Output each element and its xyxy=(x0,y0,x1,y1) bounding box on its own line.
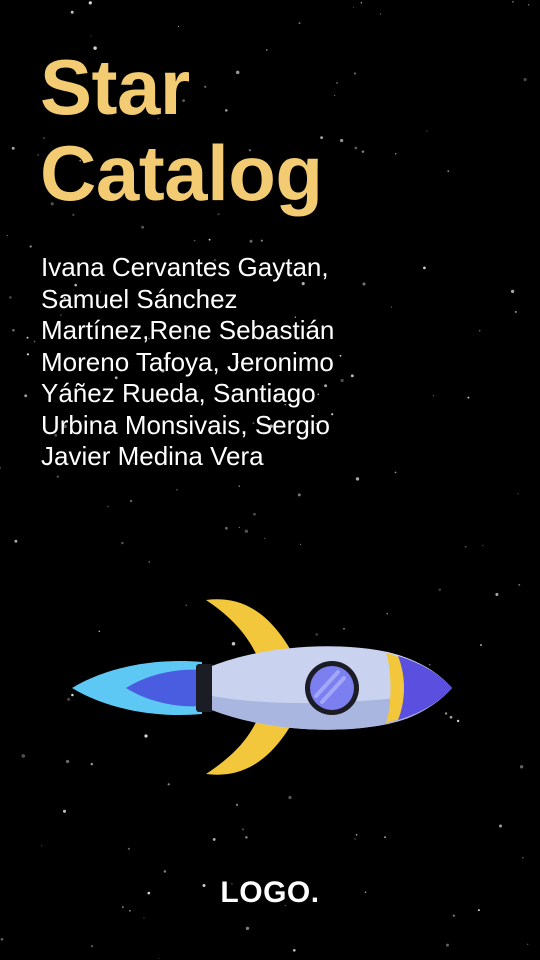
rocket-nose xyxy=(398,656,452,720)
star-dot xyxy=(90,35,92,37)
star-dot xyxy=(9,296,12,299)
star-dot xyxy=(235,803,239,806)
star-dot xyxy=(523,78,527,82)
star-dot xyxy=(288,795,292,800)
star-dot xyxy=(158,958,160,960)
star-dot xyxy=(121,541,124,545)
star-dot xyxy=(499,824,502,828)
star-dot xyxy=(526,943,529,946)
star-dot xyxy=(141,225,145,229)
star-dot xyxy=(245,926,250,931)
star-dot xyxy=(384,836,387,839)
star-dot xyxy=(107,505,110,508)
star-dot xyxy=(379,13,382,15)
star-dot xyxy=(129,499,133,503)
star-dot xyxy=(480,644,482,647)
star-dot xyxy=(208,238,211,241)
star-dot xyxy=(355,834,358,836)
rocket-window xyxy=(310,666,354,710)
star-dot xyxy=(238,526,240,529)
star-dot xyxy=(143,917,145,919)
star-dot xyxy=(354,838,356,840)
star-dot xyxy=(299,543,302,546)
star-dot xyxy=(495,592,499,597)
star-dot xyxy=(0,466,2,469)
rocket-nozzle xyxy=(196,664,214,712)
star-dot xyxy=(446,943,449,947)
star-dot xyxy=(212,837,216,841)
star-dot xyxy=(37,154,39,156)
star-dot xyxy=(14,539,18,543)
star-dot xyxy=(62,809,67,813)
star-dot xyxy=(129,909,131,912)
star-dot xyxy=(423,266,426,270)
star-dot xyxy=(292,948,296,952)
star-dot xyxy=(148,561,150,563)
star-dot xyxy=(512,0,514,3)
star-dot xyxy=(452,914,455,917)
star-dot xyxy=(24,394,28,398)
star-dot xyxy=(432,394,435,397)
star-dot xyxy=(438,588,441,591)
star-dot xyxy=(249,239,253,243)
poster-title: Star Catalog xyxy=(40,43,323,217)
star-dot xyxy=(21,754,26,758)
star-dot xyxy=(238,485,240,487)
logo-text: LOGO. xyxy=(220,876,320,909)
star-dot xyxy=(264,537,266,540)
rocket-illustration xyxy=(72,599,452,775)
star-dot xyxy=(528,4,530,6)
star-dot xyxy=(26,336,29,339)
star-dot xyxy=(478,329,481,332)
star-dot xyxy=(70,10,74,14)
star-dot xyxy=(167,783,170,786)
star-dot xyxy=(88,1,92,5)
star-dot xyxy=(0,937,4,941)
star-dot xyxy=(29,245,32,248)
star-dot xyxy=(482,545,484,547)
poster-page: Star Catalog Ivana Cervantes Gaytan, Sam… xyxy=(0,0,540,960)
star-dot xyxy=(297,493,301,497)
star-dot xyxy=(253,512,256,516)
star-dot xyxy=(260,239,263,242)
star-dot xyxy=(12,329,15,332)
star-dot xyxy=(193,239,196,242)
star-dot xyxy=(518,583,521,586)
star-dot xyxy=(127,847,131,850)
star-dot xyxy=(244,529,249,533)
star-dot xyxy=(90,945,94,948)
star-dot xyxy=(467,396,470,399)
rocket-top-fin xyxy=(206,599,294,658)
star-dot xyxy=(245,836,248,839)
star-dot xyxy=(352,6,354,8)
star-dot xyxy=(33,340,36,343)
star-dot xyxy=(522,856,524,859)
author-list: Ivana Cervantes Gaytan, Samuel Sánchez M… xyxy=(41,252,335,471)
star-dot xyxy=(298,22,301,25)
star-dot xyxy=(177,25,180,27)
star-dot xyxy=(26,353,30,356)
star-dot xyxy=(11,146,15,150)
star-dot xyxy=(241,828,245,831)
star-dot xyxy=(56,475,59,478)
star-dot xyxy=(176,489,178,491)
star-dot xyxy=(41,845,43,847)
star-dot xyxy=(519,765,524,769)
star-dot xyxy=(514,310,517,313)
star-dot xyxy=(510,289,515,294)
star-dot xyxy=(355,477,360,481)
star-dot xyxy=(464,545,467,548)
star-dot xyxy=(6,234,8,237)
star-dot xyxy=(360,2,363,4)
star-dot xyxy=(225,526,228,530)
star-dot xyxy=(163,870,167,873)
star-dot xyxy=(517,493,519,495)
